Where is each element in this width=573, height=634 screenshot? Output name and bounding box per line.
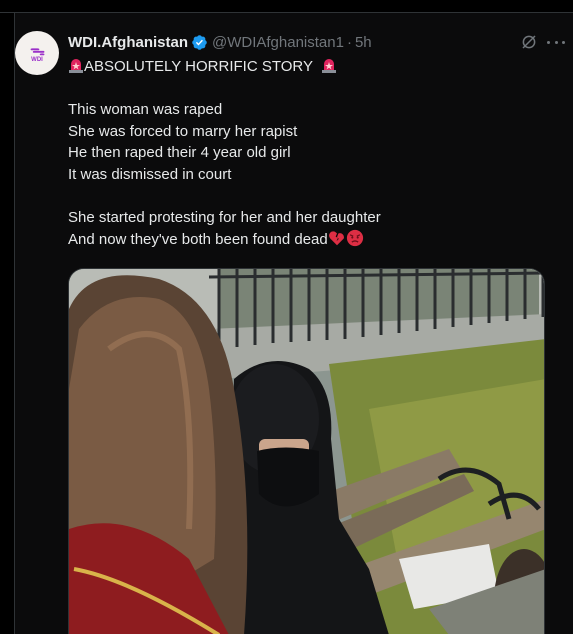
separator-dot: · <box>346 33 352 51</box>
tweet-header: WDI.Afghanistan @WDIAfghanistan1 · 5h <box>68 32 372 52</box>
tweet-line: And now they've both been found dead <box>68 230 328 248</box>
page: ᯓ WDI WDI.Afghanistan @WDIAfghanistan1 ·… <box>0 0 573 634</box>
timeline-divider <box>0 0 573 13</box>
tweet-media-photo[interactable] <box>68 268 545 634</box>
timestamp[interactable]: 5h <box>355 34 372 51</box>
tweet-last-line: And now they've both been found dead <box>68 229 538 251</box>
police-siren-icon <box>69 59 83 73</box>
angry-face-icon <box>346 229 363 246</box>
grok-icon[interactable] <box>520 33 538 51</box>
tweet-line: She started protesting for her and her d… <box>68 209 381 227</box>
tweet-headline: ABSOLUTELY HORRIFIC STORY <box>84 58 313 75</box>
avatar-logo-mark: ᯓ <box>30 40 45 59</box>
photo-scene <box>69 269 544 634</box>
broken-heart-icon <box>328 231 344 245</box>
avatar[interactable]: ᯓ WDI <box>15 31 59 75</box>
police-siren-icon <box>321 59 336 73</box>
tweet-headline-line: ABSOLUTELY HORRIFIC STORY <box>68 56 538 78</box>
verified-badge-icon[interactable] <box>191 34 208 51</box>
display-name[interactable]: WDI.Afghanistan <box>68 34 188 51</box>
tweet-line: He then raped their 4 year old girl <box>68 144 291 162</box>
avatar-logo-text: WDI <box>31 56 43 63</box>
tweet-line: It was dismissed in court <box>68 165 232 183</box>
tweet-line: She was forced to marry her rapist <box>68 122 298 140</box>
tweet-text: ABSOLUTELY HORRIFIC STORY This woman was… <box>68 56 538 250</box>
tweet-line <box>68 186 538 208</box>
more-options-icon[interactable] <box>547 34 565 50</box>
tweet-line: This woman was raped <box>68 101 223 119</box>
user-handle[interactable]: @WDIAfghanistan1 <box>212 34 344 51</box>
